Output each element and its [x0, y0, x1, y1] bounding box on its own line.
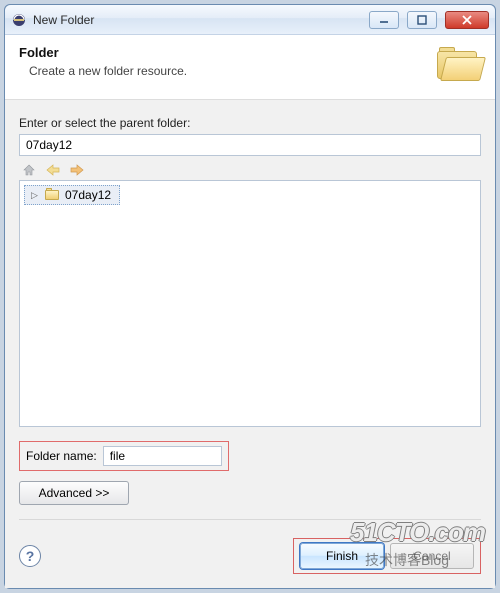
- advanced-button[interactable]: Advanced >>: [19, 481, 129, 505]
- back-icon[interactable]: [45, 162, 61, 178]
- separator: [19, 519, 481, 520]
- tree-item-label: 07day12: [65, 188, 111, 202]
- footer: ? Finish Cancel: [5, 536, 495, 588]
- parent-folder-label: Enter or select the parent folder:: [19, 116, 481, 130]
- folder-name-label: Folder name:: [26, 449, 97, 463]
- window-title: New Folder: [33, 13, 94, 27]
- content-area: Enter or select the parent folder: ▷ 07d…: [5, 100, 495, 536]
- cancel-button[interactable]: Cancel: [390, 543, 474, 569]
- finish-button[interactable]: Finish: [300, 543, 384, 569]
- dialog-button-bar: Finish Cancel: [293, 538, 481, 574]
- tree-toolbar: [19, 156, 481, 180]
- home-icon[interactable]: [21, 162, 37, 178]
- minimize-button[interactable]: [369, 11, 399, 29]
- project-folder-icon: [45, 188, 61, 202]
- expander-icon[interactable]: ▷: [31, 190, 41, 201]
- forward-icon[interactable]: [69, 162, 85, 178]
- page-subtitle: Create a new folder resource.: [29, 64, 425, 78]
- folder-name-input[interactable]: [103, 446, 222, 466]
- folder-name-row: Folder name:: [19, 441, 229, 471]
- folder-open-icon: [433, 45, 481, 85]
- app-icon: [11, 12, 27, 28]
- banner: Folder Create a new folder resource.: [5, 35, 495, 100]
- dialog-window: New Folder Folder Create a new folder re…: [4, 4, 496, 589]
- close-button[interactable]: [445, 11, 489, 29]
- help-button[interactable]: ?: [19, 545, 41, 567]
- folder-tree[interactable]: ▷ 07day12: [19, 180, 481, 427]
- maximize-button[interactable]: [407, 11, 437, 29]
- page-title: Folder: [19, 45, 425, 60]
- tree-item-project[interactable]: ▷ 07day12: [24, 185, 120, 205]
- titlebar[interactable]: New Folder: [5, 5, 495, 35]
- parent-folder-input[interactable]: [19, 134, 481, 156]
